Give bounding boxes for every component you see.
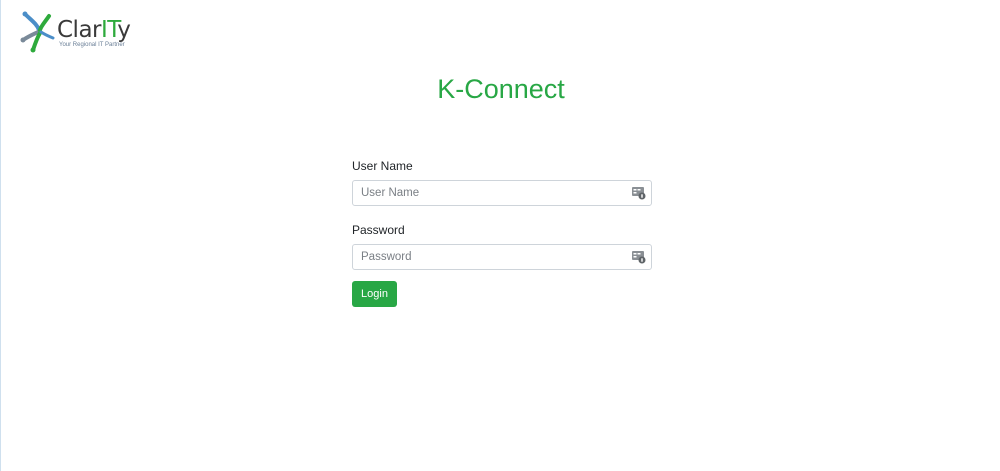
password-label: Password — [352, 223, 405, 237]
logo-word-prefix: Clar — [57, 17, 102, 43]
username-input[interactable] — [352, 180, 652, 206]
logo-word-suffix: y — [117, 17, 131, 43]
password-input[interactable] — [352, 244, 652, 270]
password-field-wrap — [352, 244, 652, 270]
clarity-logo-mark-icon — [20, 11, 55, 53]
login-page: ClarITy Your Regional IT Partner K-Conne… — [0, 0, 1000, 471]
logo-word-it: IT — [101, 17, 118, 43]
clarity-logo-wordmark: ClarITy — [57, 17, 131, 43]
autofill-key-icon[interactable] — [632, 250, 646, 264]
autofill-key-icon[interactable] — [632, 186, 646, 200]
username-label: User Name — [352, 159, 413, 173]
logo-tagline: Your Regional IT Partner — [59, 42, 125, 48]
clarity-logo: ClarITy Your Regional IT Partner — [19, 10, 149, 54]
username-field-wrap — [352, 180, 652, 206]
page-title: K-Connect — [437, 74, 565, 104]
login-form: User Name Password L — [352, 158, 652, 307]
login-button[interactable]: Login — [352, 281, 397, 307]
